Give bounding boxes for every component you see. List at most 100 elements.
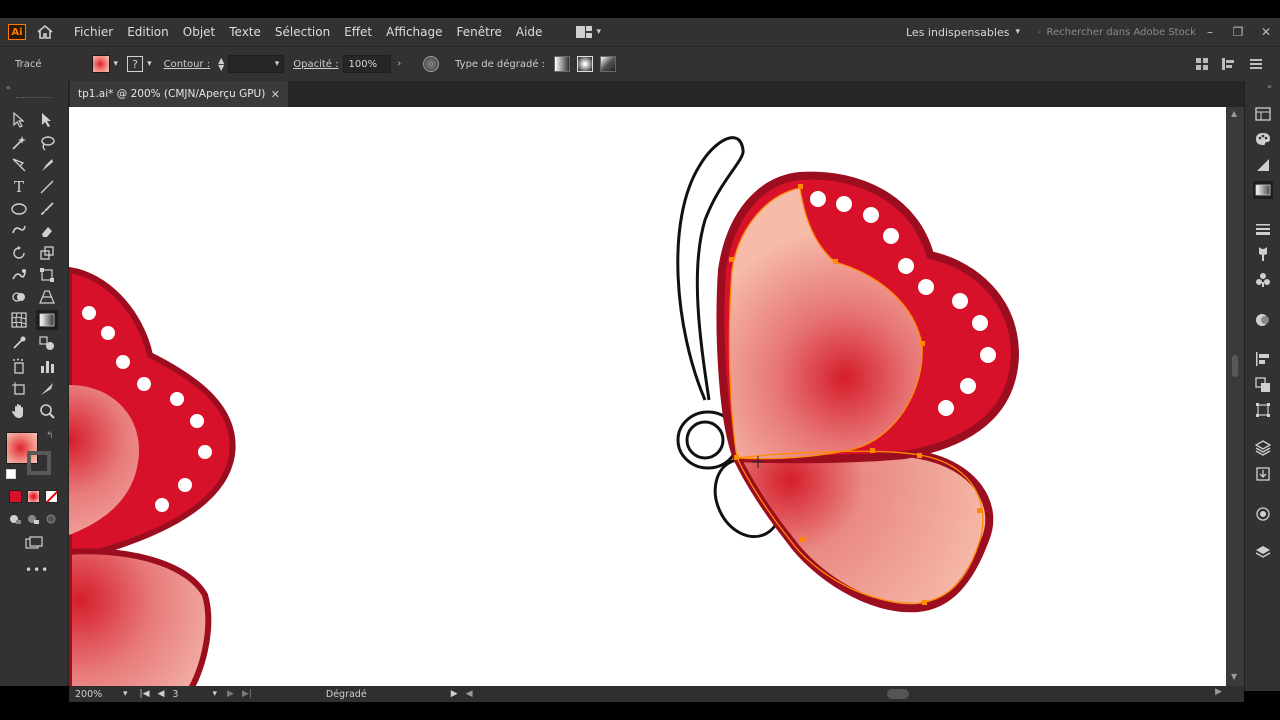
menu-aide[interactable]: Aide: [516, 25, 543, 39]
column-graph-tool-icon[interactable]: [36, 356, 58, 376]
menu-affichage[interactable]: Affichage: [386, 25, 442, 39]
prev-artboard-icon[interactable]: ◀: [158, 689, 165, 699]
paintbrush-tool-icon[interactable]: [36, 199, 58, 219]
selection-tool-icon[interactable]: [8, 110, 30, 130]
menu-objet[interactable]: Objet: [183, 25, 215, 39]
warp-tool-icon[interactable]: [8, 265, 30, 285]
draw-inside-icon[interactable]: [40, 509, 62, 529]
color-guide-panel-icon[interactable]: [1253, 156, 1273, 174]
stroke-label[interactable]: Contour :: [164, 59, 210, 70]
collapse-panel-icon[interactable]: «: [6, 83, 11, 92]
line-tool-icon[interactable]: [36, 177, 58, 197]
linear-gradient-button[interactable]: [554, 56, 571, 72]
menu-effet[interactable]: Effet: [344, 25, 372, 39]
last-artboard-icon[interactable]: ▶|: [242, 689, 252, 699]
fill-swatch[interactable]: [91, 55, 110, 73]
gradient-mode-button[interactable]: [27, 490, 40, 503]
swap-colors-icon[interactable]: ↰: [46, 431, 54, 441]
none-mode-button[interactable]: [45, 490, 58, 503]
menu-edition[interactable]: Edition: [127, 25, 169, 39]
workspace-selector[interactable]: Les indispensables: [906, 26, 1009, 39]
horizontal-scroll-thumb[interactable]: [887, 689, 909, 699]
symbol-sprayer-tool-icon[interactable]: [8, 356, 30, 376]
chevron-down-icon[interactable]: ▾: [123, 689, 128, 699]
vertical-scrollbar[interactable]: ▲ ▼: [1226, 107, 1244, 686]
libraries-panel-icon[interactable]: [1253, 439, 1273, 457]
magic-wand-tool-icon[interactable]: [8, 133, 30, 153]
screen-mode-icon[interactable]: [23, 533, 45, 553]
artboard-number[interactable]: 3: [172, 689, 178, 700]
minimize-button[interactable]: –: [1196, 25, 1224, 39]
mesh-tool-icon[interactable]: [8, 310, 30, 330]
export-panel-icon[interactable]: [1253, 465, 1273, 483]
zoom-level[interactable]: 200%: [75, 689, 115, 700]
close-tab-icon[interactable]: ✕: [271, 88, 280, 101]
opacity-field[interactable]: 100%: [343, 55, 392, 73]
stroke-weight-field[interactable]: ▾: [228, 55, 285, 73]
edit-toolbar-icon[interactable]: •••: [25, 563, 49, 577]
eyedropper-tool-icon[interactable]: [8, 333, 30, 353]
chevron-right-icon[interactable]: ›: [397, 59, 401, 69]
scale-tool-icon[interactable]: [36, 243, 58, 263]
freeform-gradient-button[interactable]: [600, 56, 617, 72]
navigator-panel-icon[interactable]: [1253, 505, 1273, 523]
recolor-icon[interactable]: [423, 56, 440, 72]
menu-fenetre[interactable]: Fenêtre: [457, 25, 502, 39]
stroke-swatch[interactable]: ?: [127, 56, 144, 72]
scroll-right-icon[interactable]: ▶: [1215, 687, 1222, 697]
symbols-panel-icon[interactable]: [1253, 271, 1273, 289]
hand-tool-icon[interactable]: [8, 401, 30, 421]
status-menu-icon[interactable]: ▶: [451, 689, 458, 699]
zoom-tool-icon[interactable]: [36, 401, 58, 421]
stroke-stepper[interactable]: ▲ ▼: [218, 57, 224, 72]
perspective-grid-tool-icon[interactable]: [36, 287, 58, 307]
appearance-panel-icon[interactable]: [1253, 311, 1273, 329]
radial-gradient-button[interactable]: [577, 56, 594, 72]
align-icon[interactable]: [1196, 58, 1208, 70]
properties-panel-icon[interactable]: [1253, 105, 1273, 123]
transform-panel-icon[interactable]: [1253, 401, 1273, 419]
expand-panels-icon[interactable]: »: [1267, 82, 1272, 91]
artboard-canvas[interactable]: [69, 107, 1226, 686]
curvature-tool-icon[interactable]: [36, 155, 58, 175]
opacity-label[interactable]: Opacité :: [293, 59, 338, 70]
restore-button[interactable]: ❐: [1224, 25, 1252, 39]
arrange-documents-button[interactable]: ▾: [576, 26, 601, 38]
menu-texte[interactable]: Texte: [229, 25, 261, 39]
left-butterfly-wing[interactable]: [69, 266, 236, 686]
stroke-panel-icon[interactable]: [1253, 220, 1273, 238]
pen-tool-icon[interactable]: [8, 155, 30, 175]
pathfinder-panel-icon[interactable]: [1253, 376, 1273, 394]
color-panel-icon[interactable]: [1253, 130, 1273, 148]
eraser-tool-icon[interactable]: [36, 221, 58, 241]
blend-tool-icon[interactable]: [36, 333, 58, 353]
free-transform-tool-icon[interactable]: [36, 265, 58, 285]
document-tab[interactable]: tp1.ai* @ 200% (CMJN/Aperçu GPU) ✕: [70, 81, 288, 107]
layers-panel-icon[interactable]: [1253, 543, 1273, 561]
vertical-scroll-thumb[interactable]: [1232, 355, 1238, 377]
chevron-down-icon[interactable]: ▾: [147, 59, 152, 69]
scroll-down-icon[interactable]: ▼: [1231, 672, 1237, 681]
panel-menu-icon[interactable]: [1250, 59, 1262, 69]
lasso-tool-icon[interactable]: [36, 133, 58, 153]
stock-search-input[interactable]: Rechercher dans Adobe Stock: [1038, 22, 1196, 42]
next-artboard-icon[interactable]: ▶: [227, 689, 234, 699]
direct-selection-tool-icon[interactable]: [36, 110, 58, 130]
gradient-panel-icon[interactable]: [1253, 181, 1273, 199]
home-icon[interactable]: [36, 23, 54, 41]
shape-builder-tool-icon[interactable]: [8, 287, 30, 307]
menu-selection[interactable]: Sélection: [275, 25, 330, 39]
default-colors-icon[interactable]: [6, 469, 16, 479]
close-button[interactable]: ✕: [1252, 25, 1280, 39]
rotate-tool-icon[interactable]: [8, 243, 30, 263]
slice-tool-icon[interactable]: [36, 379, 58, 399]
shaper-tool-icon[interactable]: [8, 221, 30, 241]
scroll-left-icon[interactable]: ◀: [466, 689, 473, 699]
scroll-up-icon[interactable]: ▲: [1231, 109, 1237, 118]
stroke-color-swatch[interactable]: [27, 451, 51, 475]
align-panel-icon[interactable]: [1253, 350, 1273, 368]
brushes-panel-icon[interactable]: [1253, 245, 1273, 263]
artboard-tool-icon[interactable]: [8, 379, 30, 399]
chevron-down-icon[interactable]: ▾: [114, 59, 119, 69]
chevron-down-icon[interactable]: ▾: [212, 689, 217, 699]
